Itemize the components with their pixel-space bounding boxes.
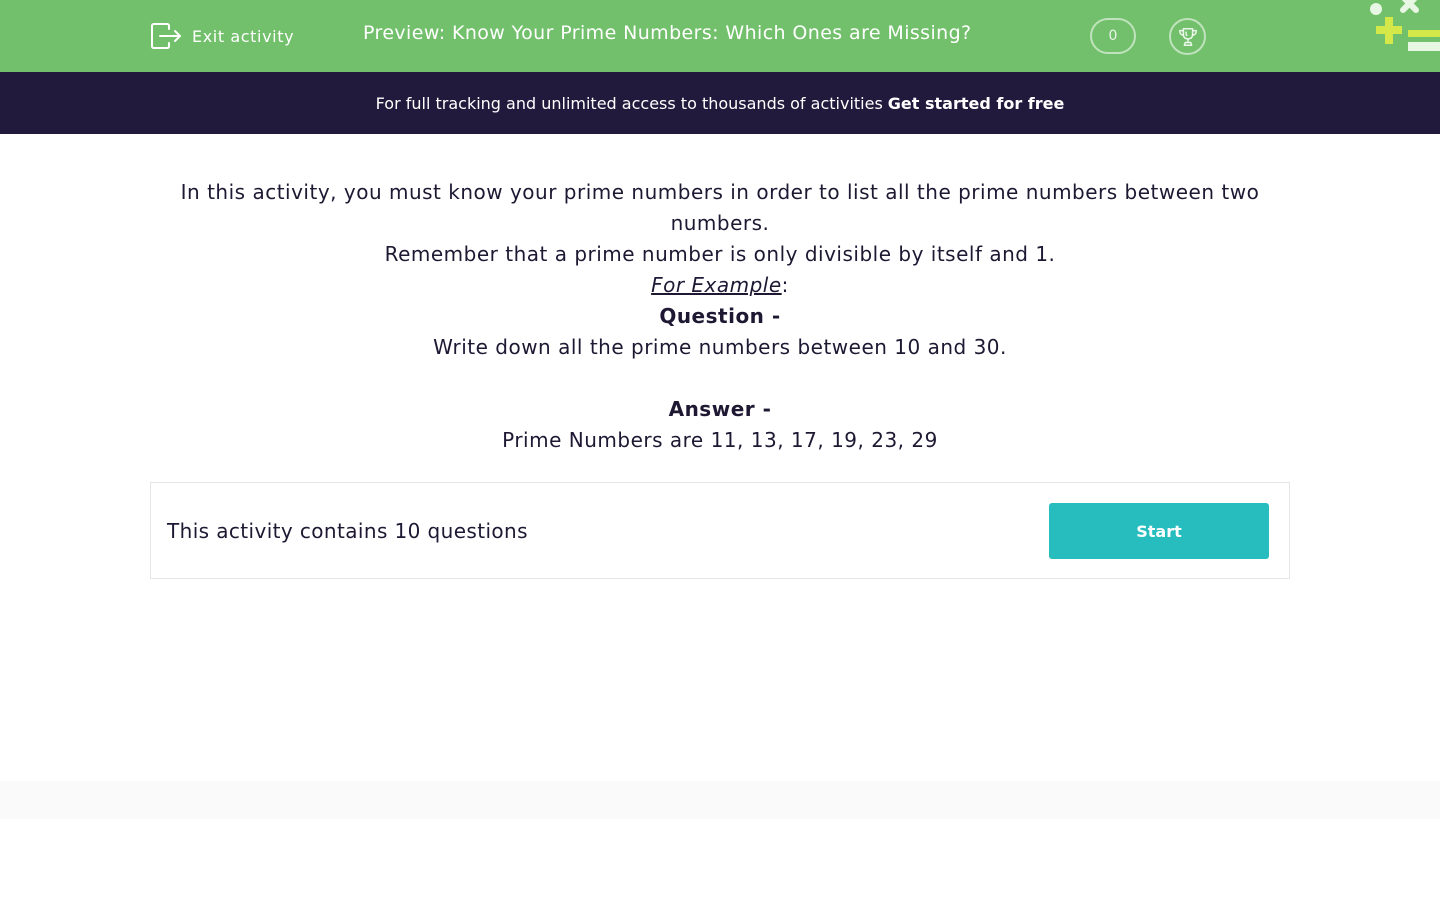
promo-text: For full tracking and unlimited access t… bbox=[375, 93, 883, 113]
start-button[interactable]: Start bbox=[1049, 503, 1269, 559]
example-suffix: : bbox=[781, 273, 789, 297]
promo-banner: For full tracking and unlimited access t… bbox=[0, 72, 1440, 134]
top-bar: Exit activity Preview: Know Your Prime N… bbox=[0, 0, 1440, 72]
answer-text: Prime Numbers are 11, 13, 17, 19, 23, 29 bbox=[502, 428, 938, 452]
activity-card: This activity contains 10 questions Star… bbox=[150, 482, 1290, 579]
question-count-text: This activity contains 10 questions bbox=[167, 519, 528, 543]
answer-heading: Answer - bbox=[668, 397, 772, 421]
trophy-icon bbox=[1178, 27, 1197, 46]
intro-line-1: In this activity, you must know your pri… bbox=[180, 180, 1260, 235]
intro-line-2: Remember that a prime number is only div… bbox=[384, 242, 1056, 266]
get-started-link[interactable]: Get started for free bbox=[888, 94, 1065, 113]
exit-icon bbox=[151, 23, 181, 49]
footer-strip bbox=[0, 781, 1440, 819]
exit-activity-label: Exit activity bbox=[192, 26, 295, 46]
trophy-button[interactable] bbox=[1169, 18, 1206, 55]
brand-shapes-icon bbox=[1370, 0, 1440, 51]
activity-intro: In this activity, you must know your pri… bbox=[150, 177, 1290, 456]
example-line: For Example: bbox=[150, 270, 1290, 301]
exit-activity-button[interactable]: Exit activity bbox=[150, 21, 294, 51]
score-counter: 0 bbox=[1090, 18, 1136, 54]
example-label: For Example bbox=[651, 273, 782, 297]
question-heading: Question - bbox=[659, 304, 781, 328]
question-text: Write down all the prime numbers between… bbox=[433, 335, 1007, 359]
page-title: Preview: Know Your Prime Numbers: Which … bbox=[363, 22, 972, 44]
